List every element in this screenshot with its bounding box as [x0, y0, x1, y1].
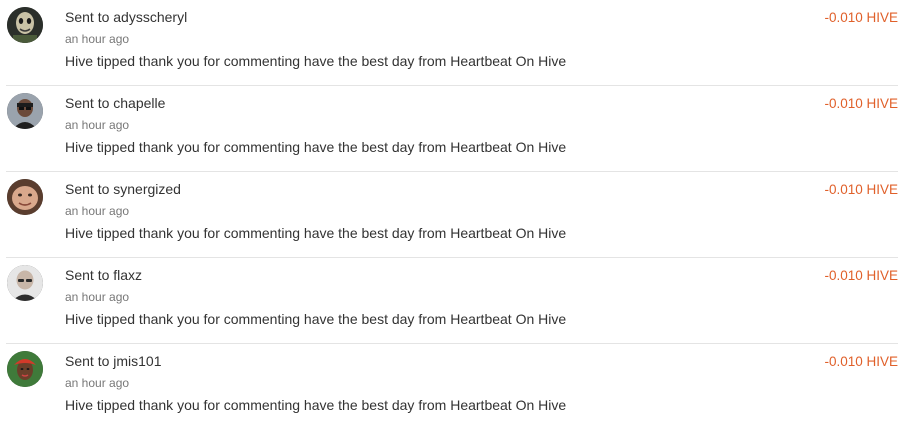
transfer-amount: -0.010 HIVE — [824, 10, 898, 25]
transfer-memo: Hive tipped thank you for commenting hav… — [65, 311, 567, 327]
recipient-link[interactable]: jmis101 — [113, 353, 161, 369]
recipient-link[interactable]: synergized — [113, 181, 181, 197]
timestamp: an hour ago — [65, 32, 130, 46]
transfer-amount: -0.010 HIVE — [824, 96, 898, 111]
sent-to-prefix: Sent to — [65, 267, 114, 283]
transfer-amount: -0.010 HIVE — [824, 268, 898, 283]
recipient-link[interactable]: flaxz — [113, 267, 142, 283]
transfer-row: Sent to jmis101 an hour ago Hive tipped … — [6, 344, 898, 430]
sent-to-prefix: Sent to — [65, 181, 114, 197]
timestamp: an hour ago — [65, 376, 130, 390]
timestamp: an hour ago — [65, 204, 130, 218]
avatar-face-icon[interactable] — [7, 179, 43, 215]
transfer-row: Sent to adysscheryl an hour ago Hive tip… — [6, 0, 898, 86]
transfer-row: Sent to synergized an hour ago Hive tipp… — [6, 172, 898, 258]
transfer-amount: -0.010 HIVE — [824, 354, 898, 369]
avatar-bald-person-icon[interactable] — [7, 265, 43, 301]
recipient-link[interactable]: adysscheryl — [113, 9, 187, 25]
transfer-description: Sent to jmis101 — [65, 353, 162, 369]
sent-to-prefix: Sent to — [65, 9, 114, 25]
transfer-description: Sent to adysscheryl — [65, 9, 187, 25]
avatar-person-icon[interactable] — [7, 93, 43, 129]
sent-to-prefix: Sent to — [65, 353, 114, 369]
timestamp: an hour ago — [65, 118, 130, 132]
transfer-description: Sent to chapelle — [65, 95, 165, 111]
avatar-red-hat-person-icon[interactable] — [7, 351, 43, 387]
sent-to-prefix: Sent to — [65, 95, 114, 111]
transfer-memo: Hive tipped thank you for commenting hav… — [65, 225, 567, 241]
transfer-row: Sent to flaxz an hour ago Hive tipped th… — [6, 258, 898, 344]
transfer-row: Sent to chapelle an hour ago Hive tipped… — [6, 86, 898, 172]
transfer-memo: Hive tipped thank you for commenting hav… — [65, 397, 567, 413]
avatar-mask-icon[interactable] — [7, 7, 43, 43]
timestamp: an hour ago — [65, 290, 130, 304]
transfer-description: Sent to flaxz — [65, 267, 142, 283]
transfer-memo: Hive tipped thank you for commenting hav… — [65, 139, 567, 155]
transfer-description: Sent to synergized — [65, 181, 181, 197]
transfer-amount: -0.010 HIVE — [824, 182, 898, 197]
transfer-list: Sent to adysscheryl an hour ago Hive tip… — [0, 0, 908, 430]
transfer-memo: Hive tipped thank you for commenting hav… — [65, 53, 567, 69]
recipient-link[interactable]: chapelle — [113, 95, 165, 111]
